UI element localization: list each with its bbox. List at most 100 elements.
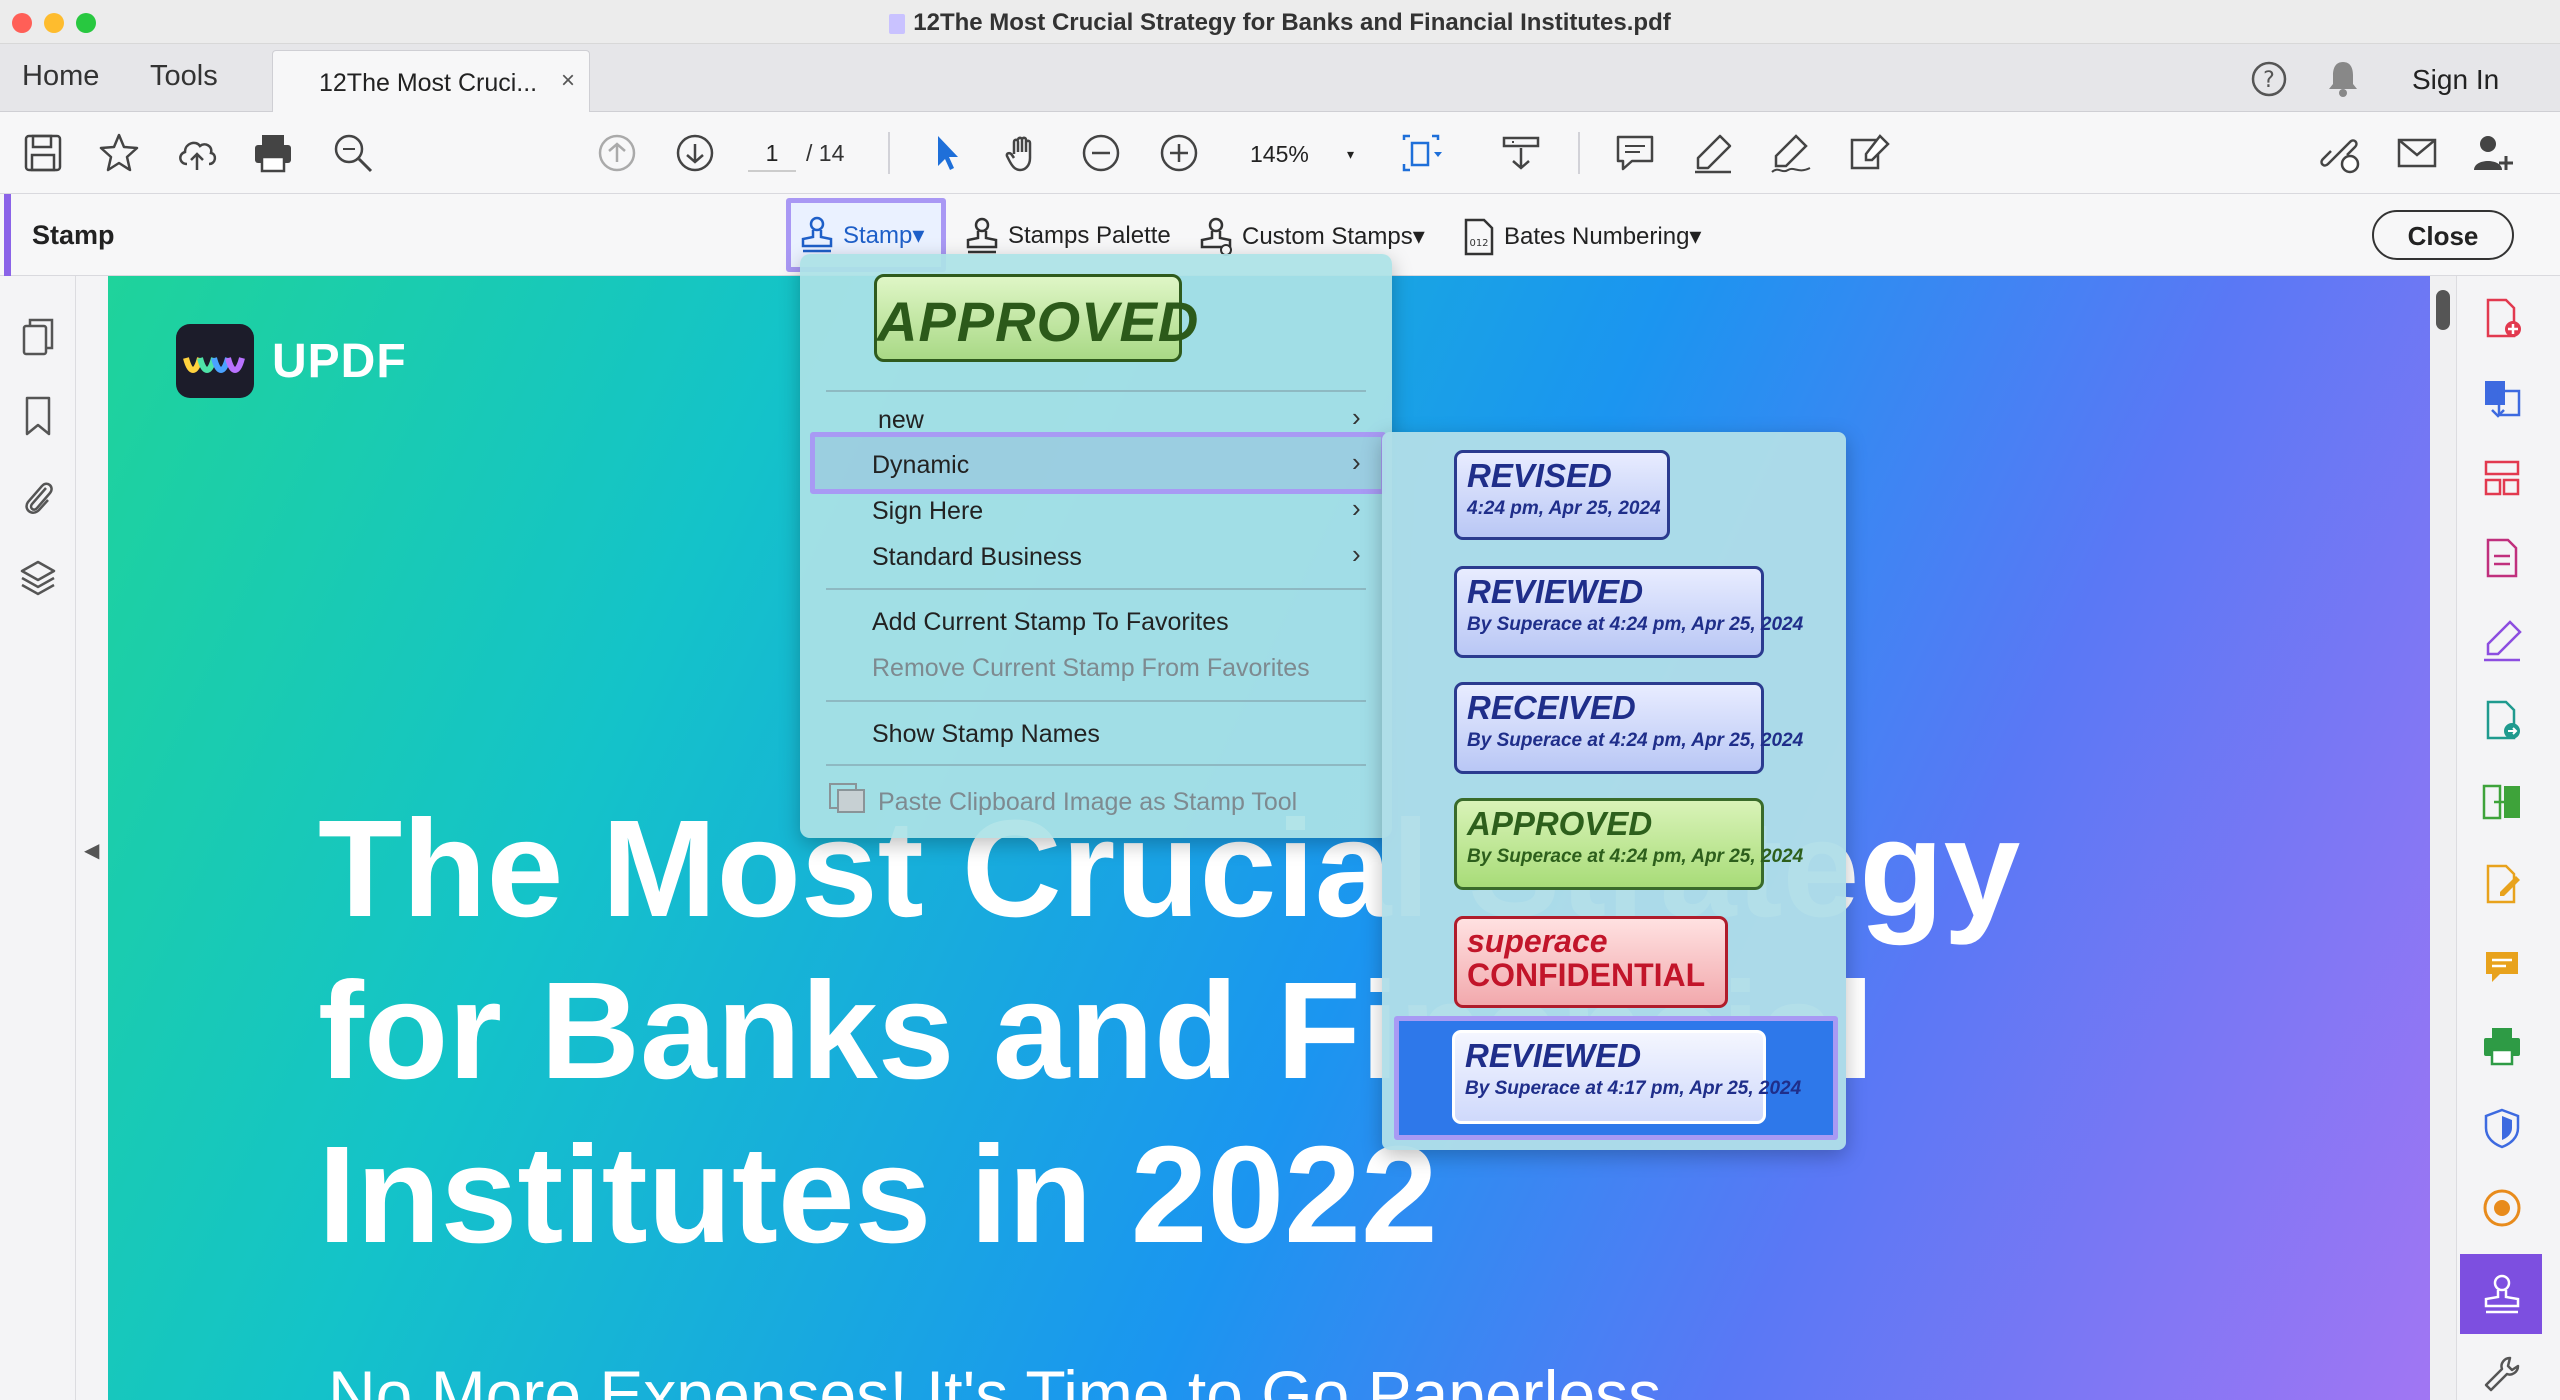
print-production-icon[interactable] [2480, 1024, 2524, 1068]
tab-home[interactable]: Home [22, 60, 99, 93]
print-icon[interactable] [250, 130, 296, 176]
bates-numbering-button[interactable]: 012 Bates Numbering▾ [1460, 212, 1701, 260]
chevron-right-icon: › [1352, 539, 1361, 569]
share-link-icon[interactable] [2316, 130, 2362, 176]
stamp-detail: 4:24 pm, Apr 25, 2024 [1467, 497, 1661, 519]
compare-files-icon[interactable] [2480, 780, 2524, 824]
save-icon[interactable] [20, 130, 66, 176]
organize-pages-icon[interactable] [2480, 456, 2524, 500]
chevron-right-icon: › [1352, 493, 1361, 523]
sign-in-link[interactable]: Sign In [2412, 64, 2499, 96]
window-title: 12The Most Crucial Strategy for Banks an… [0, 9, 2560, 37]
menu-item-add-favorite[interactable]: Add Current Stamp To Favorites [872, 608, 1229, 637]
stamp-detail: By Superace at 4:24 pm, Apr 25, 2024 [1467, 613, 1804, 635]
stamp-title: RECEIVED [1467, 689, 1636, 726]
compress-pdf-icon[interactable] [2480, 536, 2524, 580]
menu-item-sign-here[interactable]: Sign Here [872, 497, 983, 526]
favorite-star-icon[interactable] [96, 130, 142, 176]
window-title-text: 12The Most Crucial Strategy for Banks an… [913, 9, 1671, 36]
add-pdf-icon[interactable] [2480, 296, 2524, 340]
stamp-reviewed-selected[interactable]: REVIEWED By Superace at 4:17 pm, Apr 25,… [1452, 1030, 1802, 1124]
svg-text:012: 012 [1469, 238, 1488, 249]
close-tab-icon[interactable]: × [561, 67, 575, 95]
toolbar-divider [888, 132, 890, 174]
export-pdf-icon[interactable] [2480, 698, 2524, 742]
tab-document[interactable]: 12The Most Cruci... × [272, 50, 590, 112]
stamp-dropdown-content: Stamp▾ [799, 211, 924, 259]
custom-stamp-icon [1200, 217, 1232, 256]
vertical-scrollbar[interactable] [2430, 276, 2456, 1400]
menu-divider [826, 700, 1366, 702]
tools-wrench-icon[interactable] [2480, 1352, 2524, 1396]
cloud-upload-icon[interactable] [174, 130, 220, 176]
menu-divider [826, 390, 1366, 392]
comment-icon[interactable] [1612, 130, 1658, 176]
search-icon[interactable] [330, 130, 376, 176]
close-stamp-toolbar-button[interactable]: Close [2372, 210, 2514, 260]
stamp-title: REVISED [1467, 457, 1612, 494]
page-total: / 14 [806, 140, 845, 166]
hand-tool-icon[interactable] [1000, 130, 1046, 176]
zoom-level-value: 145% [1250, 141, 1309, 167]
edit-pdf-icon[interactable] [2480, 862, 2524, 906]
right-sidebar [2456, 276, 2560, 1400]
stamp-revised[interactable]: REVISED 4:24 pm, Apr 25, 2024 [1454, 450, 1670, 540]
left-sidebar [0, 276, 76, 1400]
window-titlebar: 12The Most Crucial Strategy for Banks an… [0, 0, 2560, 44]
stamp-sidebar-icon[interactable] [2480, 1272, 2524, 1316]
stamp-confidential[interactable]: superace CONFIDENTIAL [1454, 916, 1728, 1008]
select-cursor-icon[interactable] [924, 130, 970, 176]
menu-item-show-stamp-names[interactable]: Show Stamp Names [872, 720, 1100, 749]
add-user-icon[interactable] [2470, 130, 2516, 176]
comment-sidebar-icon[interactable] [2480, 944, 2524, 988]
edit-text-icon[interactable] [1846, 130, 1892, 176]
stamp-detail: By Superace at 4:17 pm, Apr 25, 2024 [1465, 1077, 1802, 1099]
notification-bell-icon[interactable] [2324, 58, 2362, 98]
layers-icon[interactable] [18, 556, 58, 600]
zoom-level-select[interactable]: 145% ▾ [1236, 132, 1366, 174]
stamps-palette-button[interactable]: Stamps Palette [964, 212, 1171, 260]
highlight-pen-icon[interactable] [1690, 130, 1736, 176]
menu-item-standard-business[interactable]: Standard Business [872, 543, 1082, 572]
pdf-file-icon [889, 13, 906, 34]
tab-tools[interactable]: Tools [150, 60, 218, 93]
attachment-icon[interactable] [18, 474, 58, 518]
menu-item-remove-favorite: Remove Current Stamp From Favorites [872, 654, 1310, 682]
email-icon[interactable] [2394, 130, 2440, 176]
sign-icon[interactable] [2480, 618, 2524, 662]
stamp-title: superace [1467, 923, 1608, 959]
chevron-right-icon: › [1352, 447, 1361, 477]
page-number-input[interactable]: 1 [748, 132, 796, 172]
sign-pen-icon[interactable] [1768, 130, 1814, 176]
stamp-title: REVIEWED [1465, 1037, 1642, 1074]
tab-document-label: 12The Most Cruci... [319, 69, 538, 97]
updf-logo [176, 324, 254, 398]
custom-stamps-button[interactable]: Custom Stamps▾ [1198, 212, 1425, 260]
document-subheading: No More Expenses! It's Time to Go Paperl… [328, 1357, 1662, 1400]
zoom-out-icon[interactable] [1078, 130, 1124, 176]
stamp-icon [966, 217, 998, 254]
scrollbar-thumb[interactable] [2436, 290, 2450, 330]
stamp-approved[interactable]: APPROVED By Superace at 4:24 pm, Apr 25,… [1454, 798, 1804, 890]
pages-icon[interactable] [18, 316, 58, 360]
next-page-icon[interactable] [672, 130, 718, 176]
fit-page-icon[interactable] [1398, 130, 1444, 176]
help-icon[interactable]: ? [2250, 60, 2288, 98]
bookmark-icon[interactable] [18, 394, 58, 438]
menu-item-new[interactable]: new [878, 406, 924, 435]
main-toolbar: 1 / 14 145% ▾ [0, 112, 2560, 194]
previous-page-icon[interactable] [594, 130, 640, 176]
protect-shield-icon[interactable] [2480, 1106, 2524, 1150]
convert-icon[interactable] [2480, 376, 2524, 420]
stamp-reviewed[interactable]: REVIEWED By Superace at 4:24 pm, Apr 25,… [1454, 566, 1804, 658]
zoom-in-icon[interactable] [1156, 130, 1202, 176]
approved-stamp-preview[interactable]: APPROVED [874, 274, 1198, 362]
stamp-detail: By Superace at 4:24 pm, Apr 25, 2024 [1467, 845, 1804, 867]
accessibility-icon[interactable] [2480, 1186, 2524, 1230]
stamp-received[interactable]: RECEIVED By Superace at 4:24 pm, Apr 25,… [1454, 682, 1803, 774]
collapse-sidebar-icon[interactable]: ◀ [84, 838, 99, 863]
menu-item-paste-clipboard: Paste Clipboard Image as Stamp Tool [878, 788, 1298, 816]
menu-item-dynamic[interactable]: Dynamic [872, 451, 969, 480]
page-display-icon[interactable] [1498, 130, 1544, 176]
stamp-toolbar-title: Stamp [32, 220, 115, 250]
